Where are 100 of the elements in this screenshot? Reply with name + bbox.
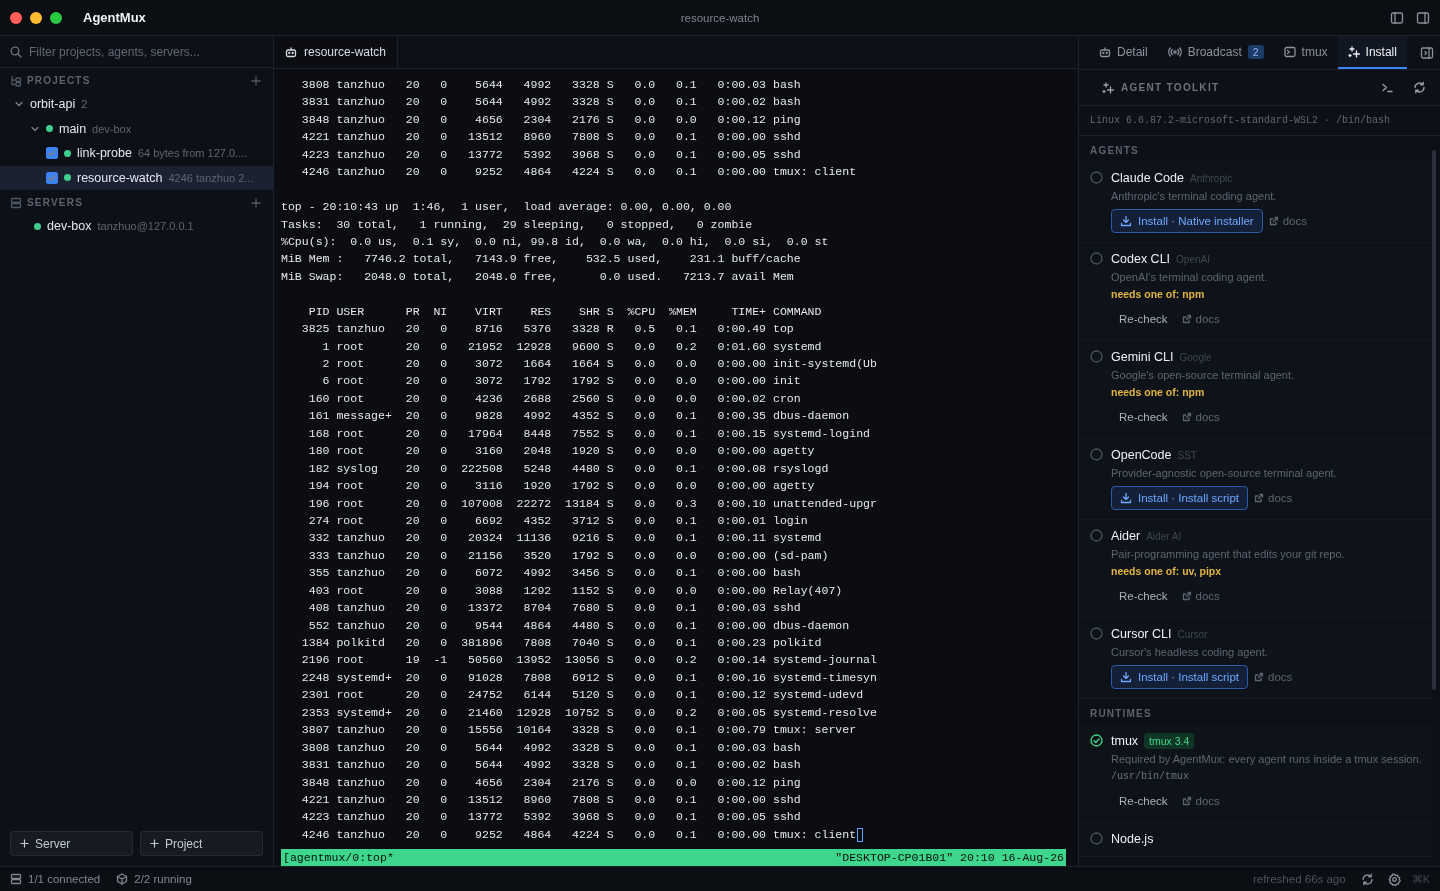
checkmark-icon	[47, 148, 57, 159]
panel-tab[interactable]: Broadcast 2	[1157, 36, 1274, 69]
sidebar-left-icon[interactable]	[1390, 10, 1404, 25]
install-button[interactable]: Install · Native installer	[1111, 209, 1263, 233]
terminal-line: 160 root 20 0 4236 2688 2560 S 0.0 0.0 0:00.02 cron	[307, 390, 802, 407]
terminal-line: 1384 polkitd 20 0 381896 7808 7040 S 0.0 0.1 0:00.23 polkitd	[300, 635, 823, 651]
terminal-line: 3808 tanzhuo 20 0 5644 4992 3328 S 0.0 0.1 0:00.03 bash	[300, 739, 802, 756]
terminal-line: 3848 tanzhuo 20 0 4656 2304 2176 S 0.0 0.0 0:00.12 ping	[300, 774, 802, 791]
section-heading: AGENTS	[1089, 144, 1140, 158]
terminal-line: 3825 tanzhuo 20 0 8716 5376 3328 R 0.5 0.1 0:00.49 top	[300, 321, 795, 338]
tool-name: Cursor CLI	[1111, 627, 1172, 641]
external-link-icon	[1181, 796, 1192, 806]
external-link-icon	[1181, 412, 1192, 422]
vendor-label: Anthropic	[1189, 172, 1233, 184]
status-text: [agentmux/0:top*	[283, 851, 394, 864]
recheck-button[interactable]: Re-check	[1111, 411, 1176, 423]
terminal-line: 2248 systemd+ 20 0 91028 7808 6912 S 0.0 0.1 0:00.16 systemd-timesyn	[300, 669, 878, 686]
download-icon	[1120, 492, 1132, 504]
connection-status: 1/1 connected	[28, 873, 101, 885]
zoom-light[interactable]	[50, 11, 62, 24]
external-link-icon	[1268, 216, 1279, 226]
item-name: main	[59, 121, 87, 136]
add-server-button[interactable]: Server	[10, 831, 133, 856]
terminal-tab[interactable]: resource-watch	[274, 36, 399, 68]
install-button[interactable]: Install · Install script	[1111, 665, 1248, 689]
tree-item[interactable]: resource-watch 4246 tanzhuo 2...	[0, 165, 273, 190]
add-project-button[interactable]: Project	[140, 831, 263, 856]
terminal-line: MiB Swap: 2048.0 total, 2048.0 free, 0.0 used. 7213.7 avail Mem	[281, 268, 795, 285]
vendor-label: Google	[1179, 351, 1212, 363]
server-item[interactable]: dev-box tanzhuo@127.0.0.1	[0, 214, 273, 239]
system-info: Linux 6.6.87.2-microsoft-standard-WSL2 · /bin/bash	[1079, 106, 1440, 136]
terminal-line: %Cpu(s): 0.0 us, 0.1 sy, 0.0 ni, 99.8 id, 0.0 wa, 0.0 hi, 0.0 si, 0.0 st	[281, 233, 830, 250]
install-button[interactable]: Install · Install script	[1111, 486, 1248, 510]
terminal-line: 182 syslog 20 0 222508 5248 4480 S 0.0 0.1 0:00.08 rsyslogd	[307, 460, 830, 477]
shortcut-hint: ⌘K	[1411, 872, 1430, 886]
app-name: AgentMux	[83, 10, 146, 25]
panel-tab[interactable]: tmux	[1273, 36, 1338, 69]
external-link-icon	[1181, 314, 1192, 324]
close-light[interactable]	[10, 11, 22, 24]
tool-name: OpenCode	[1111, 448, 1172, 462]
terminal-line: 196 root 20 0 107008 22272 13184 S 0.0 0.3 0:00.10 unattended-upgr	[307, 495, 878, 512]
terminal-line: 403 root 20 0 3088 1292 1152 S 0.0 0.0 0:00.00 Relay(407)	[307, 582, 844, 599]
tool-description: Anthropic's terminal coding agent.	[1111, 189, 1278, 204]
terminal-line: Tasks: 30 total, 1 running, 29 sleeping, 0 stopped, 0 zombie	[281, 216, 754, 233]
tool-description: Required by AgentMux: every agent runs inside a tmux session.	[1111, 752, 1422, 767]
terminal-line: 3848 tanzhuo 20 0 4656 2304 2176 S 0.0 0.0 0:00.12 ping	[300, 111, 802, 128]
cube-icon	[116, 873, 129, 885]
plus-icon	[20, 839, 29, 848]
recheck-button[interactable]: Re-check	[1111, 590, 1176, 602]
terminal-line: 1 root 20 0 21952 12928 9600 S 0.0 0.2 0:01.60 systemd	[321, 338, 823, 355]
robot-icon	[285, 46, 297, 58]
search-icon	[10, 45, 22, 58]
requirement-note: needs one of: npm	[1111, 385, 1206, 400]
panel-tab[interactable]: Detail	[1089, 36, 1158, 69]
settings-icon[interactable]	[1387, 872, 1401, 886]
checkbox[interactable]	[46, 147, 58, 160]
terminal-line: MiB Mem : 7746.2 total, 7143.9 free, 532.5 used, 231.1 buff/cache	[281, 251, 802, 268]
install-path: /usr/bin/tmux	[1111, 770, 1190, 784]
refresh-status: refreshed 66s ago	[1252, 873, 1346, 885]
terminal-line: 332 tanzhuo 20 0 20324 11136 9216 S 0.0 0.1 0:00.11 systemd	[307, 530, 823, 547]
panel-tab[interactable]: Install	[1337, 36, 1407, 69]
terminal-line: 3807 tanzhuo 20 0 15556 10164 3328 S 0.0 0.1 0:00.79 tmux: server	[300, 722, 858, 739]
terminal-line: 194 root 20 0 3116 1920 1792 S 0.0 0.0 0:00.00 agetty	[307, 478, 816, 495]
section-heading: SERVERS	[27, 197, 83, 208]
terminal-line: 552 tanzhuo 20 0 9544 4864 4480 S 0.0 0.1 0:00.00 dbus-daemon	[307, 617, 851, 634]
sidebar-right-icon[interactable]	[1416, 10, 1430, 25]
checkbox[interactable]	[46, 171, 58, 184]
status-text: "DESKTOP-CP01B01" 20:10 16-Aug-26	[835, 851, 1064, 864]
tree-item[interactable]: link-probe 64 bytes from 127.0....	[0, 141, 273, 166]
terminal-line: 4246 tanzhuo 20 0 9252 4864 4224 S 0.0 0.1 0:00.00 tmux: client	[281, 825, 1070, 844]
external-link-icon	[1254, 493, 1264, 503]
tool-description: Google's open-source terminal agent.	[1111, 368, 1296, 383]
requirement-note: needs one of: npm	[1111, 287, 1206, 302]
search-field[interactable]: Filter projects, agents, servers...	[29, 44, 263, 59]
terminal-icon	[1283, 45, 1296, 58]
tool-description: Cursor's headless coding agent.	[1111, 645, 1269, 660]
sparkle-icon	[1347, 45, 1360, 58]
download-icon	[1120, 671, 1132, 683]
item-detail: 2	[81, 98, 88, 111]
item-detail: 4246 tanzhuo 2...	[168, 171, 254, 184]
panel-toggle-icon[interactable]	[1420, 45, 1434, 60]
terminal-prompt-icon[interactable]	[1381, 81, 1394, 94]
terminal-line: 2353 systemd+ 20 0 21460 12928 10752 S 0.0 0.2 0:00.05 systemd-resolve	[300, 704, 878, 721]
server-icon	[10, 873, 22, 885]
minimize-light[interactable]	[30, 11, 42, 24]
refresh-icon[interactable]	[1360, 872, 1374, 886]
vendor-label: OpenAI	[1176, 253, 1210, 265]
robot-icon	[1099, 45, 1111, 58]
recheck-button[interactable]: Re-check	[1111, 313, 1176, 325]
terminal-line: 333 tanzhuo 20 0 21156 3520 1792 S 0.0 0.0 0:00.00 (sd-pam)	[307, 547, 830, 564]
download-icon	[1120, 215, 1132, 227]
tool-name: Node.js	[1111, 832, 1154, 846]
version-badge: tmux 3.4	[1144, 733, 1195, 749]
external-link-icon	[1181, 591, 1192, 601]
section-heading: RUNTIMES	[1089, 707, 1153, 721]
terminal-line: top - 20:10:43 up 1:46, 1 user, load average: 0.00, 0.00, 0.00	[281, 199, 733, 216]
refresh-icon[interactable]	[1413, 81, 1426, 94]
terminal-line: 2196 root 19 -1 50560 13952 13056 S 0.0 0.2 0:00.14 systemd-journal	[300, 652, 878, 669]
recheck-button[interactable]: Re-check	[1111, 795, 1176, 807]
tool-name: Codex CLI	[1111, 252, 1171, 266]
